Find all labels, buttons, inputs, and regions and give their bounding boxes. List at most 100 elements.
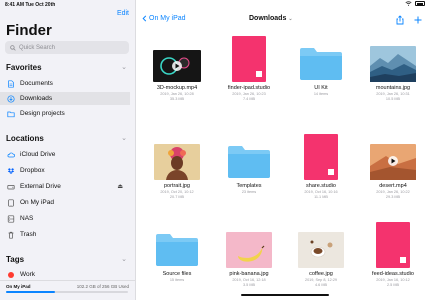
- back-button[interactable]: On My iPad: [142, 15, 186, 22]
- file-meta: 2019, Jan 26, 10:22 29.3 MB: [361, 190, 425, 199]
- dropbox-icon: [7, 167, 15, 175]
- sidebar-item-external-drive[interactable]: External Drive ⏏: [0, 180, 130, 193]
- document-icon: [7, 79, 15, 88]
- file-item[interactable]: Templates 23 items: [217, 128, 281, 208]
- search-placeholder: Quick Search: [19, 44, 56, 51]
- favorites-chevron-icon[interactable]: ⌄: [121, 63, 127, 71]
- file-thumbnail: [226, 144, 272, 180]
- sidebar-item-documents[interactable]: Documents: [0, 77, 130, 90]
- search-icon: [10, 44, 16, 51]
- file-item[interactable]: share.studio 2019, Oct 16, 10:16 11.1 MB: [289, 128, 353, 208]
- sidebar-title: Finder: [6, 22, 52, 39]
- file-name: pink-banana.jpg: [229, 271, 269, 277]
- file-item[interactable]: coffee.jpg 2019, Sep 8, 12:29 4.6 MB: [289, 216, 353, 296]
- file-name: mountains.jpg: [375, 85, 411, 91]
- file-meta: 15 items: [145, 278, 209, 283]
- file-item[interactable]: UI Kit 14 items: [289, 30, 353, 110]
- file-meta: 2019, Oct 20, 10:12 20.7 MB: [145, 190, 209, 199]
- file-size: 3.5 MB: [242, 282, 256, 287]
- file-item[interactable]: 3D-mockup.mp4 2019, Jan 26, 10:28 35.3 MB: [145, 30, 209, 110]
- file-meta: 2019, Jan 26, 10:31 10.5 MB: [361, 92, 425, 101]
- ipad-icon: [7, 198, 15, 207]
- tag-color-dot: [8, 271, 14, 278]
- file-name: Source files: [162, 271, 192, 277]
- sidebar-item-label: External Drive: [20, 183, 61, 190]
- file-size: 29.3 MB: [385, 194, 401, 199]
- sidebar-item-label: NAS: [20, 215, 34, 222]
- file-thumbnail: [154, 144, 200, 180]
- file-thumbnail: [304, 134, 338, 180]
- eject-icon[interactable]: ⏏: [117, 183, 123, 190]
- file-name: desert.mp4: [379, 183, 407, 189]
- home-indicator: [241, 294, 329, 296]
- file-meta: 2019, Oct 16, 12:18 3.5 MB: [217, 278, 281, 287]
- file-item[interactable]: finder-ipad.studio 2019, Jan 26, 10:23 7.4…: [217, 30, 281, 110]
- chevron-left-icon: [142, 15, 147, 22]
- file-size: 10.5 MB: [385, 96, 401, 101]
- sidebar-item-nas[interactable]: NAS: [0, 212, 130, 225]
- file-name: portrait.jpg: [164, 183, 190, 189]
- sidebar-item-design-projects[interactable]: Design projects: [0, 107, 130, 120]
- download-icon: [7, 94, 15, 103]
- file-name: coffee.jpg: [309, 271, 333, 277]
- storage-used: 102.2 GB of 256 GB Used: [76, 284, 129, 289]
- file-name: 3D-mockup.mp4: [156, 85, 198, 91]
- file-size: 11.1 MB: [314, 194, 328, 199]
- sidebar-item-dropbox[interactable]: Dropbox: [0, 164, 130, 177]
- file-size: 2.5 MB: [386, 282, 400, 287]
- cloud-icon: [7, 151, 15, 159]
- storage-indicator: On My iPad 102.2 GB of 256 GB Used: [0, 280, 135, 300]
- add-button[interactable]: [413, 12, 423, 30]
- server-icon: [7, 214, 15, 223]
- file-meta: 2019, Jan 26, 10:28 35.3 MB: [145, 92, 209, 101]
- main-content: On My iPad Downloads ⌄ 3D-mockup.mp4 2019,…: [136, 0, 429, 300]
- file-item[interactable]: mountains.jpg 2019, Jan 26, 10:31 10.5 MB: [361, 30, 425, 110]
- sidebar-item-trash[interactable]: Trash: [0, 228, 130, 241]
- tags-header: Tags: [6, 255, 25, 264]
- sidebar-item-icloud-drive[interactable]: iCloud Drive: [0, 148, 130, 161]
- file-item[interactable]: portrait.jpg 2019, Oct 20, 10:12 20.7 MB: [145, 128, 209, 208]
- file-name: Templates: [236, 183, 262, 189]
- edit-button[interactable]: Edit: [117, 10, 129, 17]
- sidebar-item-on-my-ipad[interactable]: On My iPad: [0, 196, 130, 209]
- sidebar-item-downloads[interactable]: Downloads: [0, 92, 130, 105]
- trash-icon: [7, 231, 15, 239]
- file-item[interactable]: pink-banana.jpg 2019, Oct 16, 12:18 3.5 MB: [217, 216, 281, 296]
- share-icon: [396, 15, 404, 25]
- drive-icon: [7, 183, 15, 191]
- sidebar-item-label: On My iPad: [20, 199, 54, 206]
- file-thumbnail: [298, 232, 344, 268]
- file-date: 14 items: [313, 92, 329, 96]
- file-size: 7.4 MB: [242, 96, 256, 101]
- file-meta: 2019, Jan 16, 10:12 2.5 MB: [361, 278, 425, 287]
- file-thumbnail: [232, 36, 266, 82]
- file-size: 35.3 MB: [169, 96, 185, 101]
- status-indicators: [405, 1, 425, 6]
- tags-chevron-icon[interactable]: ⌄: [121, 255, 127, 263]
- sidebar-item-label: Design projects: [20, 110, 65, 117]
- file-thumbnail: [370, 144, 416, 180]
- file-item[interactable]: Source files 15 items: [145, 216, 209, 296]
- wifi-icon: [405, 1, 412, 6]
- storage-label: On My iPad: [6, 284, 31, 289]
- locations-chevron-icon[interactable]: ⌄: [121, 134, 127, 142]
- favorites-header: Favorites: [6, 63, 42, 72]
- file-name: feed-ideas.studio: [372, 271, 414, 277]
- file-size: 20.7 MB: [169, 194, 185, 199]
- folder-icon: [7, 110, 15, 118]
- plus-icon: [414, 16, 422, 24]
- sidebar-item-label: Documents: [20, 80, 53, 87]
- storage-bar: [6, 291, 128, 293]
- file-thumbnail: [153, 50, 201, 82]
- file-meta: 23 items: [217, 190, 281, 195]
- sidebar-item-label: Work: [20, 271, 36, 278]
- file-name: UI Kit: [314, 85, 328, 91]
- file-item[interactable]: desert.mp4 2019, Jan 26, 10:22 29.3 MB: [361, 128, 425, 208]
- sidebar-item-label: iCloud Drive: [20, 151, 56, 158]
- page-title[interactable]: Downloads ⌄: [249, 15, 293, 22]
- file-thumbnail: [370, 46, 416, 82]
- file-item[interactable]: feed-ideas.studio 2019, Jan 16, 10:12 2.5 …: [361, 216, 425, 296]
- share-button[interactable]: [395, 12, 405, 30]
- search-field[interactable]: Quick Search: [5, 41, 129, 54]
- file-thumbnail: [154, 232, 200, 268]
